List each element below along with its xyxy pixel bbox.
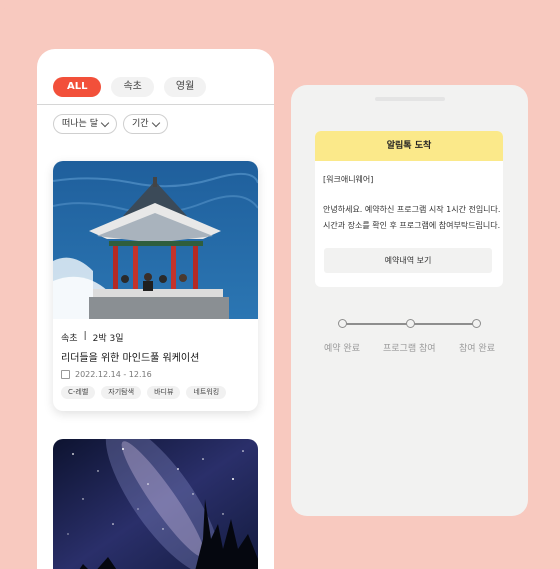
card-meta: 속초 | 2박 3일 (61, 331, 123, 344)
tag: 자기탐색 (101, 386, 142, 399)
step-label-completed: 참여 완료 (459, 344, 495, 354)
notification-phone: 알림톡 도착 [워크애니웨어] 안녕하세요. 예약하신 프로그램 시작 1시간 … (291, 85, 528, 516)
program-list-phone: ALL 속초 영월 떠나는 달 기간 속초 | 2박 3일 리더들을 위한 마인… (37, 49, 274, 569)
region-chips: ALL 속초 영월 (53, 77, 207, 97)
card-tags: C-레벨 자기탐색 바디뷰 네트워킹 (61, 386, 227, 399)
tag: 바디뷰 (147, 386, 181, 399)
step-dot (406, 319, 415, 328)
filter-bar: 떠나는 달 기간 (53, 114, 168, 134)
tag: 네트워킹 (186, 386, 227, 399)
calendar-icon (61, 370, 70, 379)
starry-night-photo (53, 439, 258, 569)
step-dot (472, 319, 481, 328)
filter-duration[interactable]: 기간 (122, 114, 168, 134)
date-range: 2022.12.14 - 12.16 (75, 370, 152, 379)
chip-sokcho[interactable]: 속초 (111, 77, 154, 97)
alert-header: 알림톡 도착 (315, 131, 503, 161)
kakao-alert-card: 알림톡 도착 [워크애니웨어] 안녕하세요. 예약하신 프로그램 시작 1시간 … (315, 131, 503, 287)
divider (37, 104, 274, 105)
program-card[interactable]: 속초 | 2박 3일 리더들을 위한 마인드풀 워케이션 2022.12.14 … (53, 161, 258, 411)
chevron-down-icon (151, 118, 160, 127)
alert-message-line2: 시간과 장소를 확인 후 프로그램에 참여부탁드립니다. (323, 221, 501, 230)
seaside-pavilion-photo (53, 161, 258, 319)
chip-all[interactable]: ALL (53, 77, 102, 97)
alert-sender: [워크애니웨어] (323, 175, 374, 184)
step-dot (338, 319, 347, 328)
card-location: 속초 (61, 334, 78, 344)
view-reservation-button[interactable]: 예약내역 보기 (324, 248, 492, 273)
chevron-down-icon (100, 118, 110, 127)
tag: C-레벨 (61, 386, 96, 399)
card-duration: 2박 3일 (92, 334, 124, 344)
step-label-reserved: 예약 완료 (324, 344, 360, 354)
chip-yeongwol[interactable]: 영월 (163, 77, 207, 97)
card-title: 리더들을 위한 마인드풀 워케이션 (61, 353, 200, 364)
step-label-participating: 프로그램 참여 (383, 344, 436, 354)
filter-label: 기간 (131, 119, 149, 129)
alert-message-line1: 안녕하세요. 예약하신 프로그램 시작 1시간 전입니다. (323, 205, 501, 214)
filter-departure-month[interactable]: 떠나는 달 (53, 114, 117, 134)
phone-notch (375, 97, 445, 101)
card-date: 2022.12.14 - 12.16 (61, 370, 152, 379)
filter-label: 떠나는 달 (62, 119, 98, 129)
meta-separator: | (83, 331, 87, 341)
program-card[interactable] (53, 439, 258, 569)
